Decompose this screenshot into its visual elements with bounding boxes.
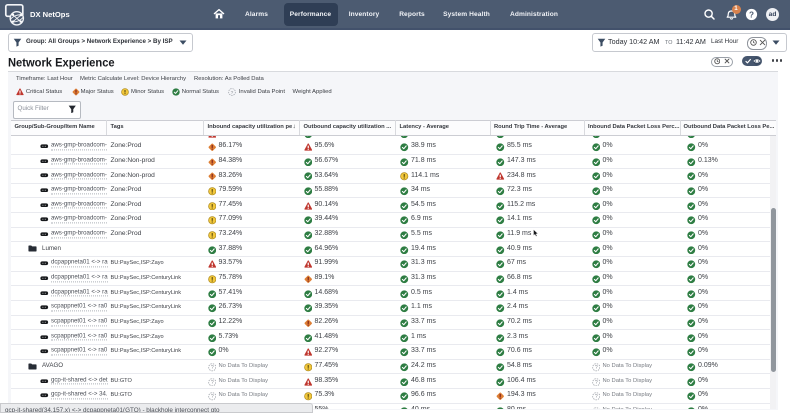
- svg-text:?: ?: [594, 365, 597, 371]
- svg-text:?: ?: [594, 394, 597, 400]
- svg-text:?: ?: [594, 380, 597, 386]
- svg-text:?: ?: [210, 365, 213, 371]
- svg-text:?: ?: [231, 90, 234, 96]
- svg-text:?: ?: [749, 10, 754, 19]
- svg-text:?: ?: [210, 394, 213, 400]
- svg-text:?: ?: [210, 380, 213, 386]
